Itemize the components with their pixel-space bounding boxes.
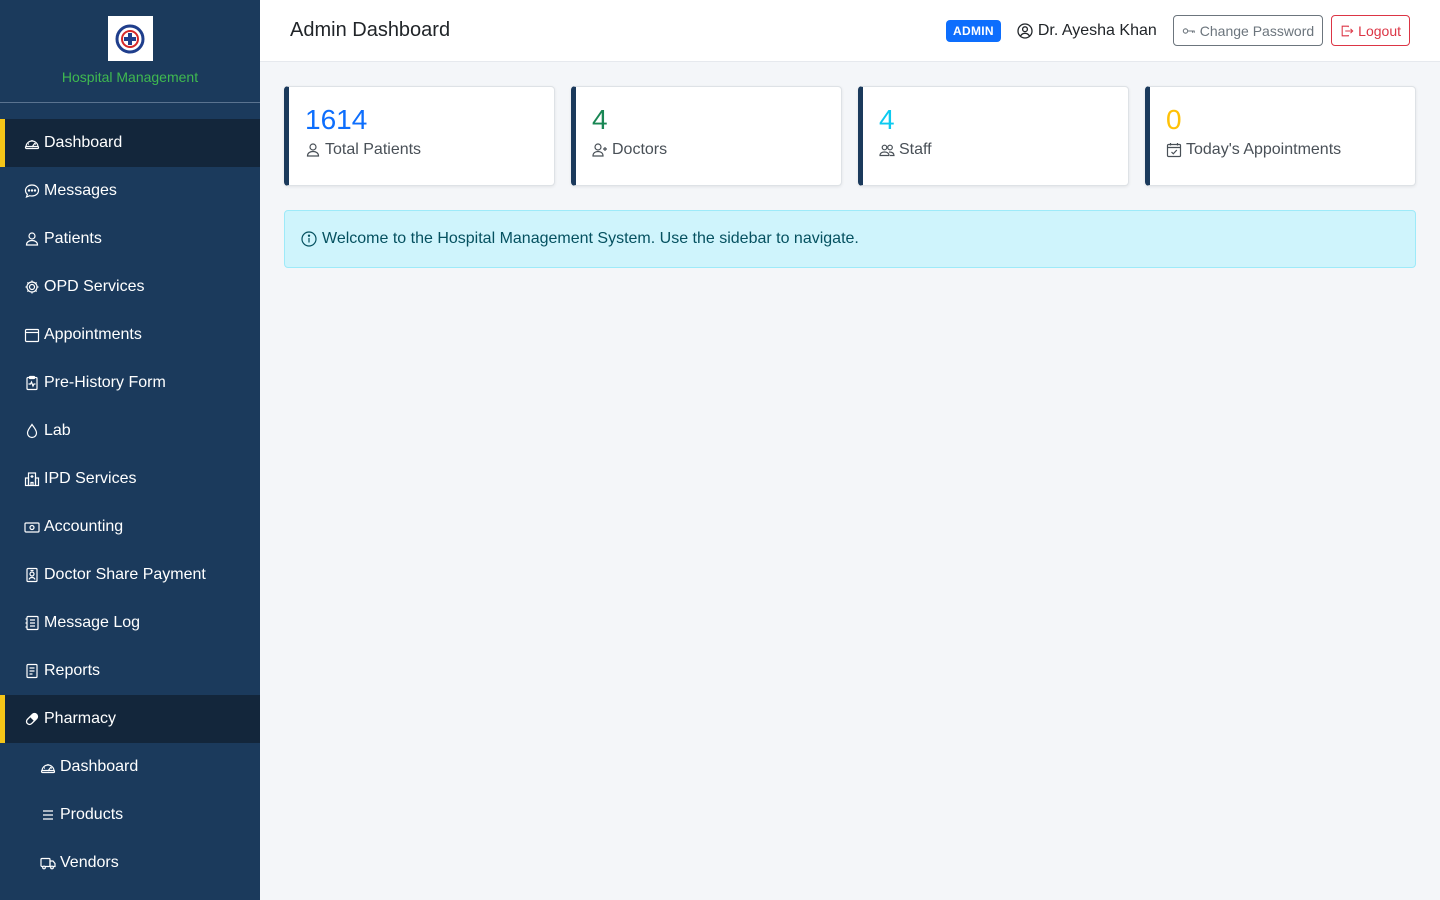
calendar-check-icon — [1166, 143, 1182, 158]
stat-card-total-patients: 1614 Total Patients — [284, 86, 555, 186]
box-arrow-right-icon — [1341, 25, 1354, 36]
stats-row: 1614 Total Patients 4 Doctors 4 Staff 0 — [284, 86, 1416, 186]
sidebar-item-accounting[interactable]: Accounting — [0, 503, 260, 551]
stat-label: Today's Appointments — [1186, 141, 1342, 158]
main-content: 1614 Total Patients 4 Doctors 4 Staff 0 — [284, 86, 1416, 268]
file-text-icon — [24, 663, 40, 679]
sidebar: Hospital Management Dashboard Messages P… — [0, 0, 260, 900]
capsule-icon — [24, 711, 40, 727]
role-badge: ADMIN — [946, 19, 1001, 42]
sidebar-item-ipd-services[interactable]: IPD Services — [0, 455, 260, 503]
sidebar-item-pharmacy[interactable]: Pharmacy — [0, 695, 260, 743]
stat-card-staff: 4 Staff — [858, 86, 1129, 186]
sidebar-item-label: Dashboard — [44, 134, 123, 151]
stat-card-doctors: 4 Doctors — [571, 86, 842, 186]
people-icon — [879, 144, 895, 157]
clipboard-pulse-icon — [24, 375, 40, 391]
cash-icon — [24, 519, 40, 535]
sidebar-item-opd-services[interactable]: OPD Services — [0, 263, 260, 311]
stat-value: 0 — [1166, 104, 1182, 135]
key-icon — [1182, 27, 1195, 34]
user-name: Dr. Ayesha Khan — [1037, 21, 1157, 39]
sidebar-subitem-pharmacy-dashboard[interactable]: Dashboard — [0, 743, 260, 791]
sidebar-item-label: Lab — [44, 422, 71, 439]
sidebar-item-messages[interactable]: Messages — [0, 167, 260, 215]
top-bar: Admin Dashboard ADMIN Dr. Ayesha Khan Ch… — [260, 0, 1440, 62]
sidebar-nav: Dashboard Messages Patients OPD Services… — [0, 103, 260, 887]
person-badge-icon — [24, 567, 40, 583]
stat-label-row: Staff — [879, 141, 1112, 159]
stat-value: 4 — [879, 104, 895, 135]
sidebar-item-label: IPD Services — [44, 470, 137, 487]
list-icon — [40, 807, 56, 823]
speedometer-icon — [24, 135, 40, 151]
top-bar-actions: ADMIN Dr. Ayesha Khan Change Password Lo… — [946, 15, 1410, 46]
stat-value: 1614 — [305, 104, 368, 135]
stat-label: Staff — [899, 141, 932, 158]
sidebar-item-pre-history-form[interactable]: Pre-History Form — [0, 359, 260, 407]
sidebar-item-label: Reports — [44, 662, 101, 679]
person-icon — [306, 143, 320, 157]
sidebar-item-patients[interactable]: Patients — [0, 215, 260, 263]
sidebar-item-label: Messages — [44, 182, 117, 199]
sidebar-subitem-label: Dashboard — [60, 758, 139, 775]
sidebar-subitem-label: Vendors — [60, 854, 119, 871]
droplet-icon — [24, 423, 40, 439]
hospital-icon — [24, 471, 40, 487]
change-password-button[interactable]: Change Password — [1172, 15, 1324, 46]
welcome-alert: Welcome to the Hospital Management Syste… — [284, 210, 1416, 268]
user-info: Dr. Ayesha Khan — [1017, 22, 1157, 40]
sidebar-item-lab[interactable]: Lab — [0, 407, 260, 455]
gear-icon — [24, 279, 40, 295]
stat-label-row: Total Patients — [305, 141, 538, 159]
info-circle-icon — [301, 231, 317, 247]
stat-label: Doctors — [612, 141, 668, 158]
alert-text: Welcome to the Hospital Management Syste… — [322, 230, 859, 247]
stat-value: 4 — [592, 104, 608, 135]
logout-button[interactable]: Logout — [1331, 15, 1410, 46]
truck-icon — [40, 855, 56, 871]
sidebar-subitem-label: Products — [60, 806, 124, 823]
sidebar-item-dashboard[interactable]: Dashboard — [0, 119, 260, 167]
speedometer-icon — [40, 759, 56, 775]
brand: Hospital Management — [0, 0, 260, 103]
page-title: Admin Dashboard — [290, 19, 451, 41]
chat-icon — [24, 183, 40, 199]
sidebar-item-label: Patients — [44, 230, 102, 247]
stat-label-row: Today's Appointments — [1166, 141, 1399, 159]
change-password-label: Change Password — [1199, 22, 1315, 39]
logout-label: Logout — [1358, 22, 1401, 39]
hospital-logo-icon — [107, 16, 153, 61]
person-icon — [24, 231, 40, 247]
sidebar-item-doctor-share-payment[interactable]: Doctor Share Payment — [0, 551, 260, 599]
stat-label-row: Doctors — [592, 141, 825, 159]
sidebar-item-label: Accounting — [44, 518, 124, 535]
stat-label: Total Patients — [325, 141, 422, 158]
stat-card-todays-appointments: 0 Today's Appointments — [1145, 86, 1416, 186]
brand-name: Hospital Management — [61, 69, 199, 85]
sidebar-item-label: Appointments — [44, 326, 142, 343]
sidebar-item-label: Doctor Share Payment — [44, 566, 206, 583]
sidebar-item-label: OPD Services — [44, 278, 145, 295]
sidebar-item-message-log[interactable]: Message Log — [0, 599, 260, 647]
sidebar-item-label: Pharmacy — [44, 710, 117, 727]
sidebar-item-label: Message Log — [44, 614, 141, 631]
journal-icon — [24, 615, 40, 631]
sidebar-item-appointments[interactable]: Appointments — [0, 311, 260, 359]
sidebar-item-label: Pre-History Form — [44, 374, 166, 391]
sidebar-subitem-vendors[interactable]: Vendors — [0, 839, 260, 887]
sidebar-item-reports[interactable]: Reports — [0, 647, 260, 695]
sidebar-subitem-products[interactable]: Products — [0, 791, 260, 839]
person-plus-icon — [592, 143, 607, 157]
person-circle-icon — [1017, 22, 1033, 39]
calendar-icon — [24, 327, 40, 343]
